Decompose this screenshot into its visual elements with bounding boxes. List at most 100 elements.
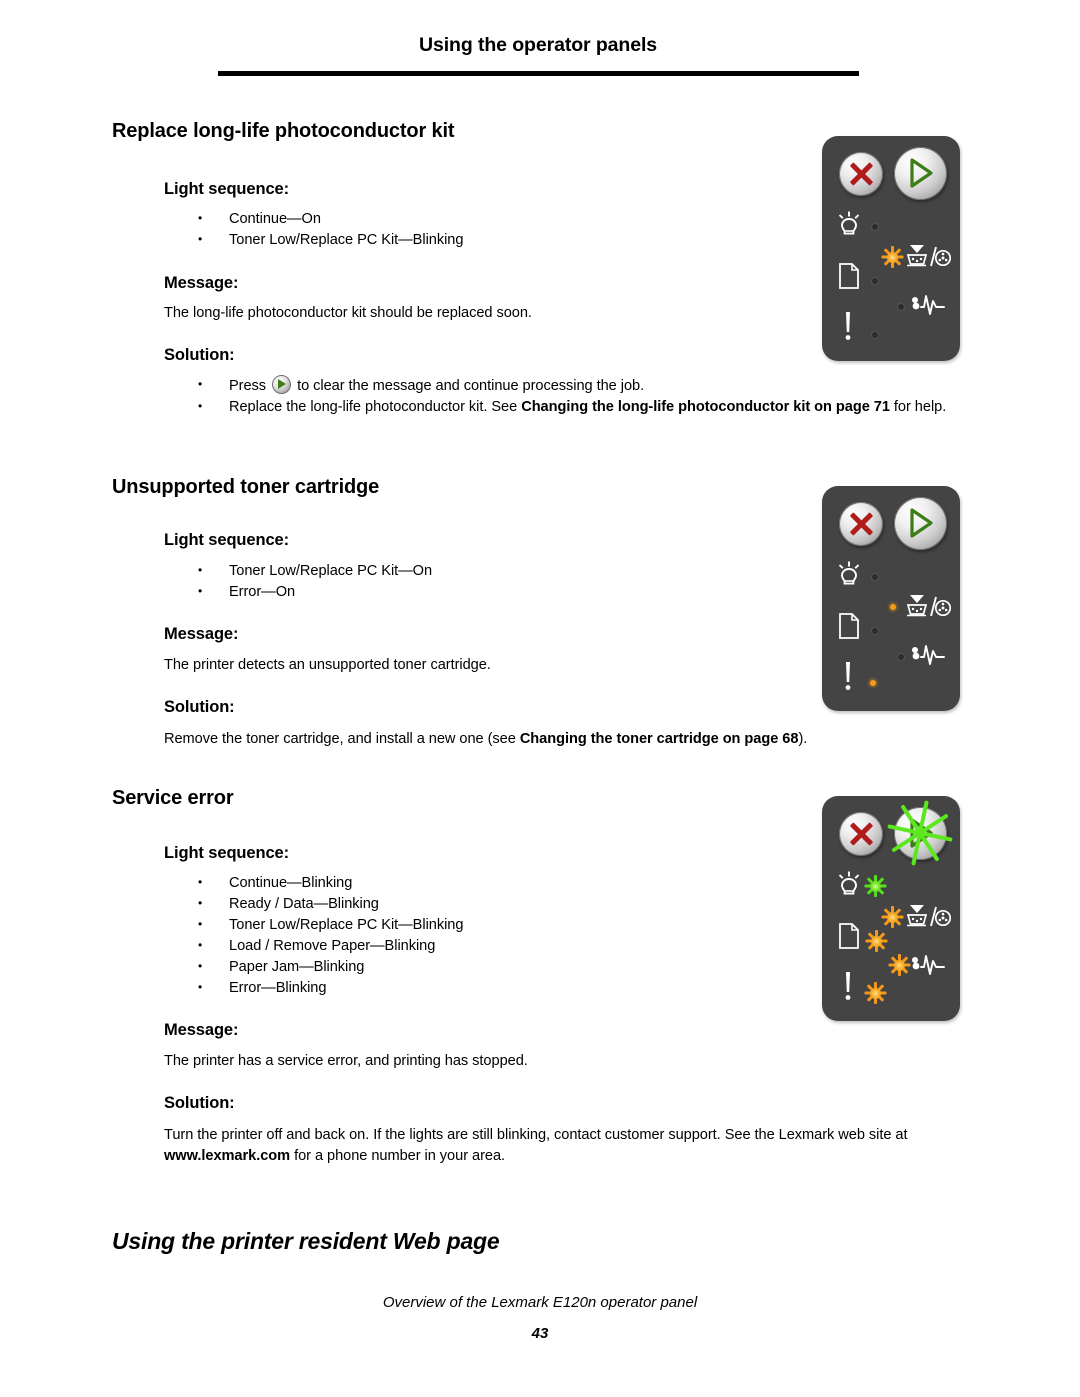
play-triangle-icon xyxy=(910,158,933,188)
toner-cartridge-icon xyxy=(904,904,951,930)
stop-button xyxy=(839,812,883,856)
light-sequence-list-3: Continue—Blinking Ready / Data—Blinking … xyxy=(164,872,463,999)
solution-label-3: Solution: xyxy=(164,1094,235,1112)
list-item: Toner Low/Replace PC Kit—Blinking xyxy=(164,914,463,936)
exclamation-icon-svg xyxy=(845,972,851,1000)
message-label-1: Message: xyxy=(164,274,239,292)
led-paper xyxy=(872,628,878,634)
paper-sheet-icon-svg xyxy=(839,613,859,639)
lightbulb-icon xyxy=(836,870,862,900)
exclamation-icon-svg xyxy=(845,312,851,340)
paper-sheet-icon xyxy=(838,262,860,290)
light-sequence-label-3: Light sequence: xyxy=(164,844,290,862)
message-text-3: The printer has a service error, and pri… xyxy=(164,1053,528,1069)
website-url: www.lexmark.com xyxy=(164,1148,291,1164)
paper-jam-icon xyxy=(910,952,946,978)
solution-text-post: to clear the message and continue proces… xyxy=(293,378,645,394)
solution-label-1: Solution: xyxy=(164,346,235,364)
operator-panel-illustration-3 xyxy=(822,796,960,1021)
lightbulb-icon-svg xyxy=(838,211,860,235)
list-item: Ready / Data—Blinking xyxy=(164,893,463,915)
close-icon xyxy=(839,152,883,196)
continue-button xyxy=(894,807,947,860)
exclamation-icon xyxy=(842,660,854,692)
stop-button xyxy=(839,152,883,196)
chapter-heading: Using the printer resident Web page xyxy=(112,1228,500,1254)
light-sequence-label-1: Light sequence: xyxy=(164,180,290,198)
list-item: Load / Remove Paper—Blinking xyxy=(164,935,463,957)
header-rule xyxy=(218,71,859,76)
solution-text-post: for help. xyxy=(889,399,947,415)
exclamation-icon-svg xyxy=(845,662,851,690)
solution-list-1: Press to clear the message and continue … xyxy=(164,374,1029,418)
led-jam-blinking xyxy=(888,954,910,976)
led-paper xyxy=(872,278,878,284)
light-sequence-label-2: Light sequence: xyxy=(164,531,290,549)
paper-sheet-icon-svg xyxy=(839,923,859,949)
stop-button xyxy=(839,502,883,546)
list-item: Toner Low/Replace PC Kit—Blinking xyxy=(164,229,463,251)
led-error-blinking xyxy=(864,982,886,1004)
list-item: Toner Low/Replace PC Kit—On xyxy=(164,560,432,582)
cross-reference: Changing the long-life photoconductor ki… xyxy=(521,399,890,415)
solution-text-pre: Press xyxy=(229,378,271,394)
message-text-2: The printer detects an unsupported toner… xyxy=(164,657,491,673)
cross-reference: Changing the toner cartridge on page 68 xyxy=(519,731,799,747)
message-label-2: Message: xyxy=(164,625,239,643)
list-item: Press to clear the message and continue … xyxy=(164,374,1029,397)
led-jam xyxy=(898,304,904,310)
solution-text-post: for a phone number in your area. xyxy=(290,1148,506,1164)
paper-sheet-icon xyxy=(838,922,860,950)
solution-text-2: Remove the toner cartridge, and install … xyxy=(164,729,964,750)
led-jam xyxy=(898,654,904,660)
toner-cartridge-icon-svg xyxy=(906,905,951,927)
list-item: Paper Jam—Blinking xyxy=(164,956,463,978)
section-title-service-error: Service error xyxy=(112,787,234,809)
led-error xyxy=(872,332,878,338)
continue-button xyxy=(894,497,947,550)
toner-cartridge-icon-svg xyxy=(906,595,951,617)
exclamation-icon xyxy=(842,310,854,342)
paper-jam-icon-svg xyxy=(912,955,945,975)
solution-text-pre: Turn the printer off and back on. If the… xyxy=(164,1127,908,1143)
close-icon xyxy=(839,812,883,856)
light-sequence-list-2: Toner Low/Replace PC Kit—On Error—On xyxy=(164,560,432,603)
toner-cartridge-icon xyxy=(904,244,951,270)
document-page: Using the operator panels Replace long-l… xyxy=(0,0,1080,1397)
led-ready xyxy=(872,224,878,230)
paper-jam-icon-svg xyxy=(912,645,945,665)
play-triangle-icon xyxy=(910,508,933,538)
paper-jam-icon-svg xyxy=(912,295,945,315)
paper-sheet-icon-svg xyxy=(839,263,859,289)
list-item: Replace the long-life photoconductor kit… xyxy=(164,396,1029,418)
message-text-1: The long-life photoconductor kit should … xyxy=(164,305,532,321)
list-item: Error—On xyxy=(164,581,432,603)
solution-text-pre: Remove the toner cartridge, and install … xyxy=(164,731,520,747)
lightbulb-icon xyxy=(836,210,862,240)
led-toner xyxy=(890,604,896,610)
exclamation-icon xyxy=(842,970,854,1002)
section-title-replace-photoconductor: Replace long-life photoconductor kit xyxy=(112,120,455,142)
light-sequence-list-1: Continue—On Toner Low/Replace PC Kit—Bli… xyxy=(164,208,463,251)
lightbulb-icon xyxy=(836,560,862,590)
message-label-3: Message: xyxy=(164,1021,239,1039)
running-header: Using the operator panels xyxy=(418,34,658,56)
continue-button xyxy=(894,147,947,200)
solution-text-post: ). xyxy=(798,731,808,747)
toner-cartridge-icon xyxy=(904,594,951,620)
paper-jam-icon xyxy=(910,642,946,668)
solution-text-3: Turn the printer off and back on. If the… xyxy=(164,1125,964,1167)
footer-page-number: 43 xyxy=(531,1325,549,1342)
close-icon xyxy=(839,502,883,546)
solution-label-2: Solution: xyxy=(164,698,235,716)
footer-caption: Overview of the Lexmark E120n operator p… xyxy=(382,1294,698,1311)
lightbulb-icon-svg xyxy=(838,561,860,585)
led-toner-blinking xyxy=(881,246,903,268)
lightbulb-icon-svg xyxy=(838,871,860,895)
operator-panel-illustration-1 xyxy=(822,136,960,361)
solution-text-pre: Replace the long-life photoconductor kit… xyxy=(229,399,522,415)
paper-jam-icon xyxy=(910,292,946,318)
play-triangle-icon xyxy=(910,818,933,848)
led-ready-blinking xyxy=(864,875,886,897)
led-toner-blinking xyxy=(881,906,903,928)
